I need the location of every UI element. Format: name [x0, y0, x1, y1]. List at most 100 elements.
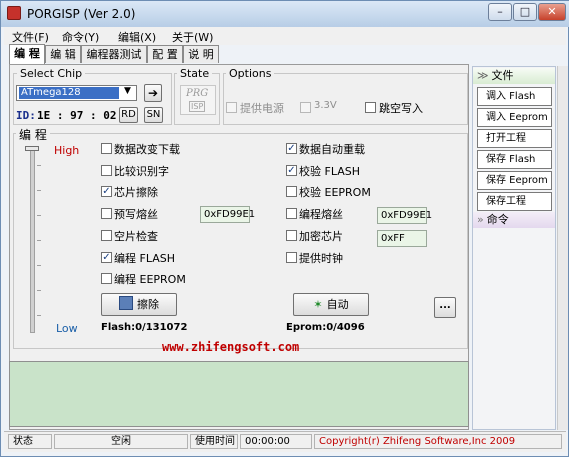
power-checkbox[interactable] — [226, 102, 237, 113]
auto-button-label: 自动 — [326, 298, 349, 311]
log-area[interactable] — [9, 361, 469, 427]
skip-blank-label: 跳空写入 — [379, 102, 423, 115]
right-scrollbar[interactable] — [557, 66, 568, 430]
chevron-down-icon[interactable]: ▼ — [124, 86, 131, 96]
sn-button[interactable]: SN — [144, 107, 163, 123]
right-check-label-1: 校验 FLASH — [299, 165, 360, 178]
chip-select-value: ATmega128 — [19, 87, 119, 99]
left-check-label-1: 比较识别字 — [114, 165, 169, 178]
right-check-label-5: 提供时钟 — [299, 252, 343, 265]
erase-button-label: 擦除 — [137, 298, 159, 311]
tab-edit[interactable]: 编 辑 — [45, 45, 81, 63]
runner-icon: ✶ — [313, 298, 323, 311]
save-project-button[interactable]: 保存工程 — [477, 192, 552, 211]
left-check-label-5: 编程 FLASH — [114, 252, 175, 265]
copyright-text: Copyright(r) Zhifeng Software,Inc 2009 — [314, 434, 562, 449]
menu-about[interactable]: 关于(W) — [172, 29, 213, 45]
expand-icon: » — [477, 213, 484, 226]
right-check-5[interactable] — [286, 252, 297, 263]
slider-high-label: High — [54, 144, 80, 157]
fuse-value-box[interactable]: 0xFD99E1 — [377, 207, 432, 224]
power-label: 提供电源 — [240, 102, 284, 115]
left-check-0[interactable] — [101, 143, 112, 154]
left-check-2[interactable]: ✓ — [101, 186, 112, 197]
prg-isp-logo: PRG ISP — [180, 85, 216, 115]
lock-value-box[interactable]: 0xFF — [377, 230, 427, 247]
load-flash-button[interactable]: 调入 Flash — [477, 87, 552, 106]
chip-select[interactable]: ATmega128 ▼ — [16, 85, 137, 101]
load-eeprom-button[interactable]: 调入 Eeprom — [477, 108, 552, 127]
right-check-label-2: 校验 EEPROM — [299, 186, 371, 199]
right-check-label-4: 加密芯片 — [299, 230, 343, 243]
left-check-label-6: 编程 EEPROM — [114, 273, 186, 286]
erase-button[interactable]: 擦除 — [101, 293, 177, 316]
options-label: Options — [226, 67, 275, 80]
auto-button[interactable]: ✶ 自动 — [293, 293, 369, 316]
tab-config[interactable]: 配 置 — [147, 45, 183, 63]
maximize-button[interactable]: □ — [513, 3, 537, 21]
left-check-label-2: 芯片擦除 — [114, 186, 158, 199]
title-bar: PORGISP (Ver 2.0) – □ ✕ — [1, 1, 569, 27]
logo-prg: PRG — [186, 88, 209, 99]
status-label: 状态 — [8, 434, 52, 449]
state-label: State — [177, 67, 213, 80]
status-value: 空闲 — [54, 434, 188, 449]
right-check-3[interactable] — [286, 208, 297, 219]
skip-blank-checkbox[interactable] — [365, 102, 376, 113]
logo-isp: ISP — [189, 101, 206, 112]
left-check-1[interactable] — [101, 165, 112, 176]
menu-edit[interactable]: 编辑(X) — [118, 29, 156, 45]
collapse-icon: ≫ — [477, 69, 489, 82]
app-icon — [7, 6, 21, 20]
file-section-header[interactable]: ≫ 文件 — [473, 68, 555, 84]
tab-programmer-test[interactable]: 编程器测试 — [81, 45, 147, 63]
left-check-label-3: 预写熔丝 — [114, 208, 158, 221]
tab-help[interactable]: 说 明 — [183, 45, 219, 63]
website-link[interactable]: www.zhifengsoft.com — [162, 340, 299, 354]
close-button[interactable]: ✕ — [538, 3, 566, 21]
left-check-label-4: 空片检查 — [114, 230, 158, 243]
window-title: PORGISP (Ver 2.0) — [27, 7, 136, 21]
rd-button[interactable]: RD — [119, 107, 138, 123]
id-label: ID: — [16, 109, 36, 122]
left-check-5[interactable]: ✓ — [101, 252, 112, 263]
trash-icon — [119, 296, 133, 310]
select-chip-label: Select Chip — [17, 67, 86, 80]
menu-command[interactable]: 命令(Y) — [62, 29, 99, 45]
arrow-right-button[interactable]: ➔ — [144, 84, 162, 102]
right-check-1[interactable]: ✓ — [286, 165, 297, 176]
time-label: 使用时间 — [190, 434, 238, 449]
voltage-checkbox[interactable] — [300, 102, 311, 113]
options-group — [223, 73, 468, 125]
minimize-button[interactable]: – — [488, 3, 512, 21]
flash-stat: Flash:0/131072 — [101, 322, 188, 333]
right-pane: ≫ 文件 调入 Flash 调入 Eeprom 打开工程 保存 Flash 保存 … — [472, 66, 556, 430]
speed-slider-thumb[interactable] — [25, 146, 39, 151]
right-check-0[interactable]: ✓ — [286, 143, 297, 154]
save-flash-button[interactable]: 保存 Flash — [477, 150, 552, 169]
tab-program[interactable]: 编 程 — [9, 44, 45, 64]
right-check-label-0: 数据自动重载 — [299, 143, 365, 156]
command-section-header[interactable]: » 命令 — [473, 212, 555, 228]
right-check-4[interactable] — [286, 230, 297, 241]
save-eeprom-button[interactable]: 保存 Eeprom — [477, 171, 552, 190]
prefuse-value-box[interactable]: 0xFD99E1 — [200, 206, 255, 223]
eprom-stat: Eprom:0/4096 — [286, 322, 365, 333]
more-button[interactable]: ... — [434, 297, 456, 318]
right-check-2[interactable] — [286, 186, 297, 197]
app-window: PORGISP (Ver 2.0) – □ ✕ 文件(F) 命令(Y) 编辑(X… — [0, 0, 569, 457]
left-check-3[interactable] — [101, 208, 112, 219]
status-bar: 状态 空闲 使用时间 00:00:00 Copyright(r) Zhifeng… — [4, 431, 566, 452]
right-check-label-3: 编程熔丝 — [299, 208, 343, 221]
menu-bar: 文件(F) 命令(Y) 编辑(X) 关于(W) — [4, 27, 566, 45]
program-group-label: 编 程 — [16, 126, 50, 143]
chip-id-value: 1E : 97 : 02 — [37, 109, 117, 122]
left-check-6[interactable] — [101, 273, 112, 284]
time-value: 00:00:00 — [240, 434, 312, 449]
open-project-button[interactable]: 打开工程 — [477, 129, 552, 148]
slider-low-label: Low — [56, 322, 78, 335]
speed-slider[interactable] — [30, 147, 35, 333]
menu-file[interactable]: 文件(F) — [12, 29, 49, 45]
left-check-4[interactable] — [101, 230, 112, 241]
voltage-label: 3.3V — [314, 100, 337, 111]
